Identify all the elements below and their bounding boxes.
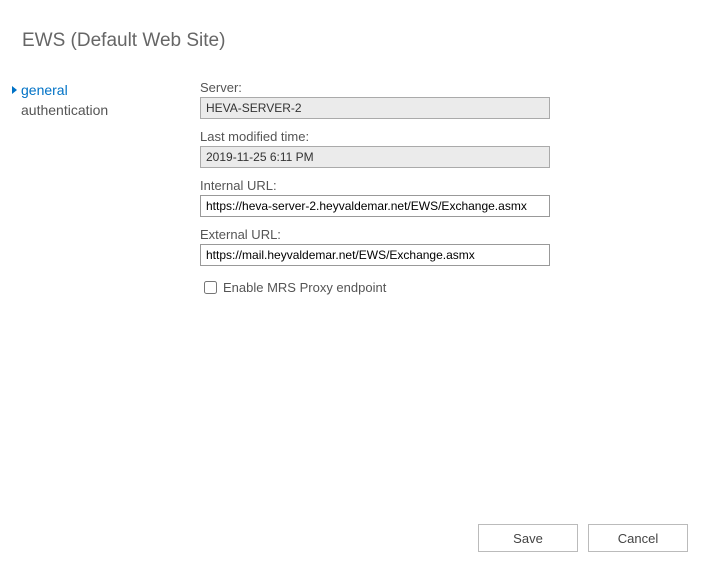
cancel-button[interactable]: Cancel <box>588 524 688 552</box>
settings-panel: Server: HEVA-SERVER-2 Last modified time… <box>200 80 710 297</box>
caret-right-icon <box>12 86 17 94</box>
mrs-proxy-checkbox[interactable] <box>204 281 217 294</box>
sidebar-item-label: general <box>21 82 68 98</box>
internal-url-label: Internal URL: <box>200 178 680 193</box>
sidebar-item-general[interactable]: general <box>12 80 200 100</box>
server-field: Server: HEVA-SERVER-2 <box>200 80 680 119</box>
last-modified-field: Last modified time: 2019-11-25 6:11 PM <box>200 129 680 168</box>
save-button[interactable]: Save <box>478 524 578 552</box>
internal-url-input[interactable] <box>200 195 550 217</box>
sidebar-item-authentication[interactable]: authentication <box>12 100 200 120</box>
server-label: Server: <box>200 80 680 95</box>
page-title: EWS (Default Web Site) <box>0 0 710 52</box>
sidebar: general authentication <box>0 80 200 297</box>
external-url-input[interactable] <box>200 244 550 266</box>
mrs-proxy-row: Enable MRS Proxy endpoint <box>200 278 680 297</box>
last-modified-value: 2019-11-25 6:11 PM <box>200 146 550 168</box>
mrs-proxy-label[interactable]: Enable MRS Proxy endpoint <box>223 280 386 295</box>
server-value: HEVA-SERVER-2 <box>200 97 550 119</box>
last-modified-label: Last modified time: <box>200 129 680 144</box>
footer-actions: Save Cancel <box>478 524 688 552</box>
sidebar-item-label: authentication <box>21 102 108 118</box>
external-url-label: External URL: <box>200 227 680 242</box>
internal-url-field: Internal URL: <box>200 178 680 217</box>
external-url-field: External URL: <box>200 227 680 266</box>
